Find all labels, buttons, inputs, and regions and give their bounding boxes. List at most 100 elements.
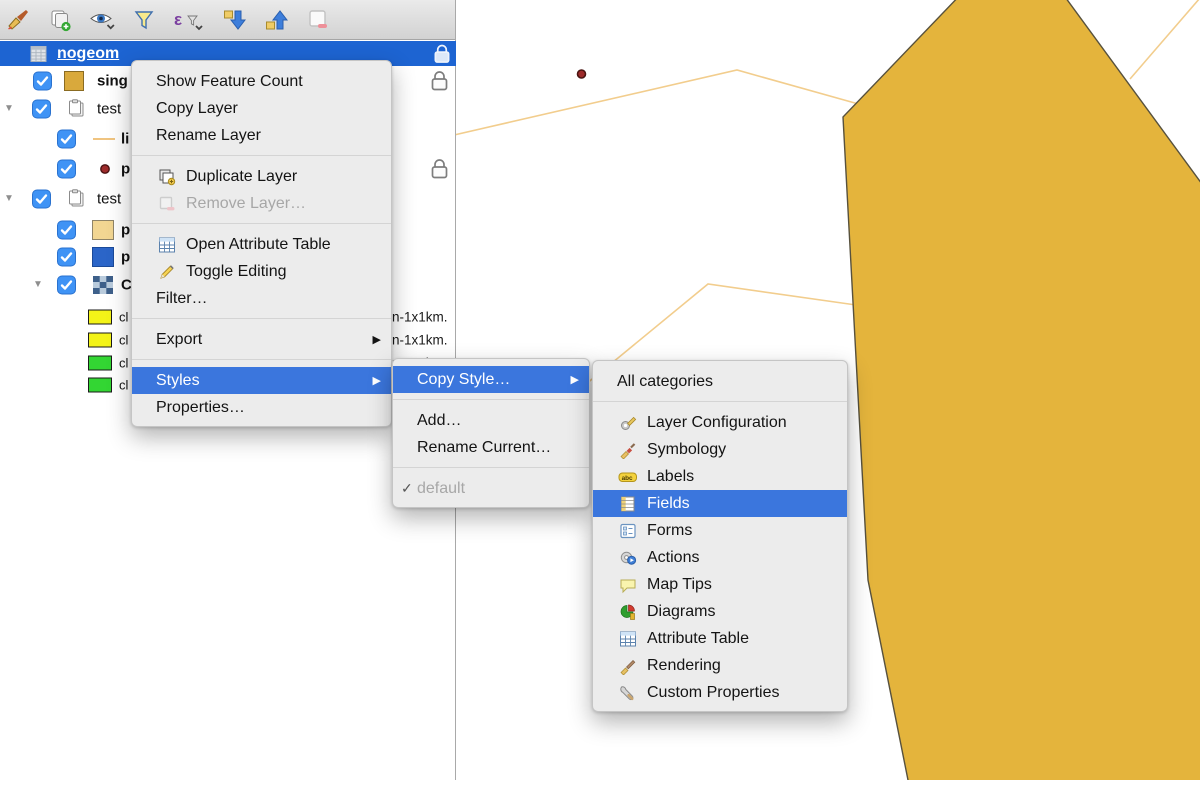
menu-separator [132, 223, 391, 224]
menu-item-layer-configuration[interactable]: Layer Configuration [593, 409, 847, 436]
menu-item-filter[interactable]: Filter… [132, 285, 391, 312]
menu-item-fields[interactable]: Fields [593, 490, 847, 517]
menu-item-export[interactable]: Export▶ [132, 326, 391, 353]
layer-checkbox[interactable] [32, 100, 51, 119]
menu-item-symbology[interactable]: Symbology [593, 436, 847, 463]
collapse-all-icon[interactable] [262, 6, 290, 34]
menu-separator [593, 401, 847, 402]
menu-item-add-style[interactable]: Add… [393, 407, 589, 434]
add-group-icon[interactable] [46, 6, 74, 34]
legend-label: cl [119, 356, 128, 371]
legend-label-fragment: n-1x1km. [392, 310, 448, 325]
filter-legend-by-expression-icon[interactable]: ε [172, 6, 206, 34]
expand-arrow-icon[interactable]: ▼ [33, 280, 43, 290]
expand-all-icon[interactable] [220, 6, 248, 34]
svg-text:abc: abc [622, 474, 633, 481]
line-symbol [92, 130, 116, 148]
submenu-arrow-icon: ▶ [561, 373, 579, 386]
expand-arrow-icon[interactable]: ▼ [4, 104, 14, 114]
menu-item-map-tips[interactable]: Map Tips [593, 571, 847, 598]
menu-item-open-attribute-table[interactable]: Open Attribute Table [132, 231, 391, 258]
menu-item-attribute-table[interactable]: Attribute Table [593, 625, 847, 652]
menu-separator [393, 467, 589, 468]
attribute-table-icon [617, 629, 639, 649]
qgis-window: ε nogeom [0, 0, 1200, 780]
submenu-arrow-icon: ▶ [363, 374, 381, 387]
menu-item-all-categories[interactable]: All categories [593, 368, 847, 395]
layer-label: p [121, 249, 130, 266]
point-symbol [98, 162, 112, 176]
menu-separator [393, 399, 589, 400]
layer-label: p [121, 222, 130, 239]
menu-item-diagrams[interactable]: Diagrams [593, 598, 847, 625]
legend-label: cl [119, 333, 128, 348]
menu-item-show-feature-count[interactable]: Show Feature Count [132, 68, 391, 95]
menu-item-default-style[interactable]: ✓default [393, 475, 589, 502]
filter-legend-icon[interactable] [130, 6, 158, 34]
legend-label: cl [119, 378, 128, 393]
menu-item-rename-current-style[interactable]: Rename Current… [393, 434, 589, 461]
menu-item-styles[interactable]: Styles▶ [132, 367, 391, 394]
layer-checkbox[interactable] [57, 221, 76, 240]
menu-item-toggle-editing[interactable]: Toggle Editing [132, 258, 391, 285]
layer-label: p [121, 161, 130, 178]
rendering-icon [617, 656, 639, 676]
actions-icon [617, 548, 639, 568]
legend-swatch [88, 333, 112, 348]
legend-label-fragment: n-1x1km. [392, 333, 448, 348]
map-line-feature-upper [456, 70, 862, 135]
layer-label: test [97, 101, 121, 118]
raster-layer-icon [92, 275, 114, 295]
layer-label: li [121, 131, 129, 148]
menu-item-duplicate-layer[interactable]: Duplicate Layer [132, 163, 391, 190]
layer-checkbox[interactable] [57, 276, 76, 295]
menu-item-copy-style[interactable]: Copy Style…▶ [393, 366, 589, 393]
menu-item-rename-layer[interactable]: Rename Layer [132, 122, 391, 149]
expand-arrow-icon[interactable]: ▼ [4, 194, 14, 204]
memory-layer-clipboard-icon [66, 99, 86, 119]
checkmark-icon: ✓ [401, 480, 413, 497]
menu-item-copy-layer[interactable]: Copy Layer [132, 95, 391, 122]
layer-checkbox[interactable] [33, 72, 52, 91]
memory-layer-clipboard-icon [66, 189, 86, 209]
layer-checkbox[interactable] [32, 190, 51, 209]
remove-layer-icon [156, 194, 178, 214]
svg-text:ε: ε [174, 10, 182, 29]
copy-style-submenu: All categories Layer Configuration Symbo… [592, 360, 848, 712]
layer-label: sing [97, 73, 128, 90]
map-tips-icon [617, 575, 639, 595]
layer-context-menu: Show Feature Count Copy Layer Rename Lay… [131, 60, 392, 427]
labels-icon: abc [617, 467, 639, 487]
polygon-swatch [92, 247, 114, 267]
menu-item-custom-properties[interactable]: Custom Properties [593, 679, 847, 706]
layer-checkbox[interactable] [57, 248, 76, 267]
map-polygon-feature [843, 0, 1200, 780]
menu-item-labels[interactable]: abc Labels [593, 463, 847, 490]
forms-icon [617, 521, 639, 541]
fields-icon [617, 494, 639, 514]
layer-checkbox[interactable] [57, 160, 76, 179]
lock-icon [430, 70, 449, 93]
layer-checkbox[interactable] [57, 130, 76, 149]
manage-map-themes-icon[interactable] [88, 6, 116, 34]
legend-swatch [88, 356, 112, 371]
menu-separator [132, 318, 391, 319]
attribute-table-icon [156, 235, 178, 255]
styles-submenu: Copy Style…▶ Add… Rename Current… ✓defau… [392, 358, 590, 508]
legend-swatch [88, 378, 112, 393]
layer-label: test [97, 191, 121, 208]
layer-styling-brush-icon[interactable] [4, 6, 32, 34]
menu-separator [132, 155, 391, 156]
remove-layer-group-icon[interactable] [304, 6, 332, 34]
symbology-icon [617, 440, 639, 460]
menu-item-rendering[interactable]: Rendering [593, 652, 847, 679]
menu-item-forms[interactable]: Forms [593, 517, 847, 544]
menu-item-remove-layer[interactable]: Remove Layer… [132, 190, 391, 217]
menu-item-properties[interactable]: Properties… [132, 394, 391, 421]
legend-label: cl [119, 310, 128, 325]
map-point-feature [578, 70, 586, 78]
lock-icon [430, 158, 449, 181]
no-geometry-table-icon [30, 45, 47, 62]
menu-item-actions[interactable]: Actions [593, 544, 847, 571]
menu-separator [132, 359, 391, 360]
